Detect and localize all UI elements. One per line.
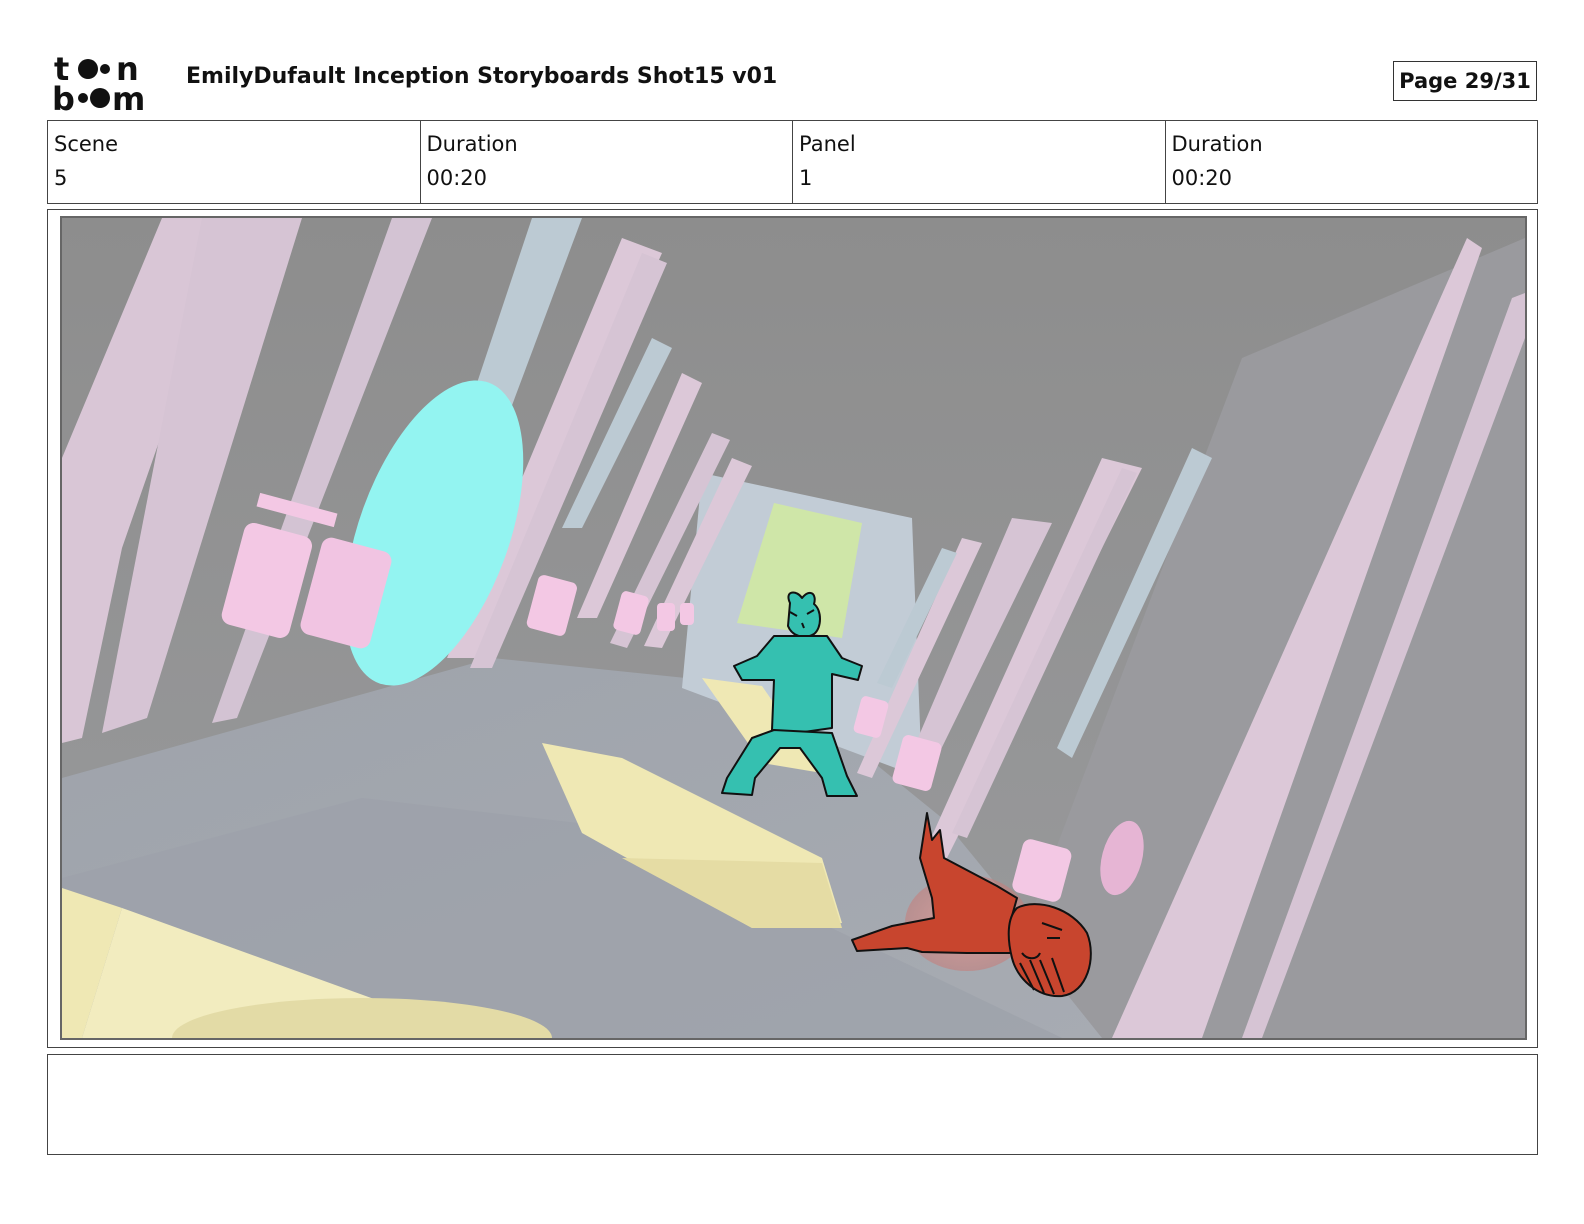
corridor-scene-illustration — [62, 218, 1525, 1038]
panel-notes-box — [47, 1054, 1538, 1155]
scene-duration-label: Duration — [426, 132, 518, 156]
toonboom-logo: t n b m — [50, 50, 164, 118]
svg-text:m: m — [112, 80, 145, 112]
page-label: Page 29/31 — [1399, 69, 1531, 93]
panel-duration-value: 00:20 — [1171, 166, 1233, 190]
panel-cell: Panel 1 — [793, 121, 1166, 203]
panel-value: 1 — [799, 166, 813, 190]
panel-duration-cell: Duration 00:20 — [1166, 121, 1538, 203]
panel-duration-label: Duration — [1171, 132, 1263, 156]
storyboard-panel-image — [60, 216, 1527, 1040]
page-indicator: Page 29/31 — [1393, 61, 1537, 101]
shot-info-table: Scene 5 Duration 00:20 Panel 1 Duration … — [47, 120, 1538, 204]
scene-value: 5 — [54, 166, 68, 190]
scene-label: Scene — [54, 132, 119, 156]
svg-text:b: b — [52, 80, 75, 112]
panel-label: Panel — [799, 132, 856, 156]
document-title: EmilyDufault Inception Storyboards Shot1… — [186, 64, 778, 89]
scene-duration-value: 00:20 — [426, 166, 488, 190]
storyboard-panel-frame — [47, 209, 1538, 1048]
scene-duration-cell: Duration 00:20 — [421, 121, 793, 203]
scene-cell: Scene 5 — [48, 121, 421, 203]
